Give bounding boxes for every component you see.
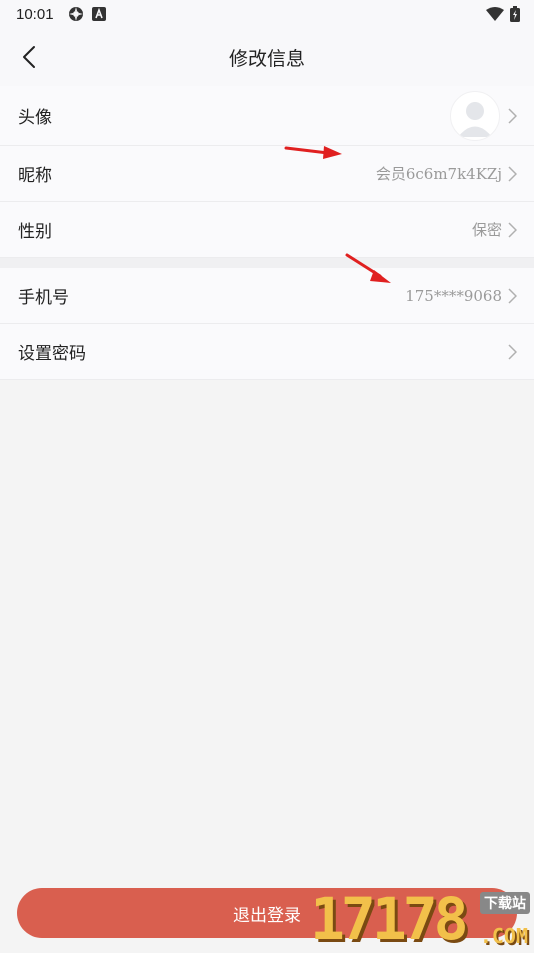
profile-group: 头像 昵称 会员6c6m7k4KZj 性别 保密 [0,86,534,258]
avatar-label: 头像 [18,108,52,128]
chevron-left-icon[interactable] [14,42,44,72]
battery-icon [510,6,520,22]
phone-row[interactable]: 手机号 175****9068 [0,268,534,324]
avatar-row[interactable]: 头像 [0,86,534,146]
chevron-right-icon [508,107,518,124]
nickname-label: 昵称 [18,166,52,186]
settings-gear-icon [68,6,84,22]
annotation-arrow-icon [345,253,391,283]
chevron-right-icon [508,221,518,238]
gender-label: 性别 [18,222,52,242]
nickname-row[interactable]: 昵称 会员6c6m7k4KZj [0,146,534,202]
section-divider [0,258,534,268]
status-time: 10:01 [16,5,54,23]
set-password-label: 设置密码 [18,344,86,364]
header-bar: 修改信息 [0,28,534,86]
avatar[interactable] [450,90,500,141]
gender-value: 保密 [471,221,502,239]
a-notification-icon [91,7,106,21]
page-title: 修改信息 [228,47,305,70]
status-bar: 10:01 [0,0,534,28]
logout-button[interactable]: 退出登录 [17,888,517,938]
chevron-right-icon [508,287,518,304]
account-group: 手机号 175****9068 设置密码 [0,268,534,380]
phone-value: 175****9068 [405,286,502,305]
gender-row[interactable]: 性别 保密 [0,202,534,258]
nickname-value: 会员6c6m7k4KZj [375,165,502,183]
annotation-arrow-icon [284,146,342,159]
chevron-right-icon [508,165,518,182]
chevron-right-icon [508,343,518,360]
set-password-row[interactable]: 设置密码 [0,324,534,380]
phone-label: 手机号 [18,288,69,308]
wifi-icon [486,7,504,21]
